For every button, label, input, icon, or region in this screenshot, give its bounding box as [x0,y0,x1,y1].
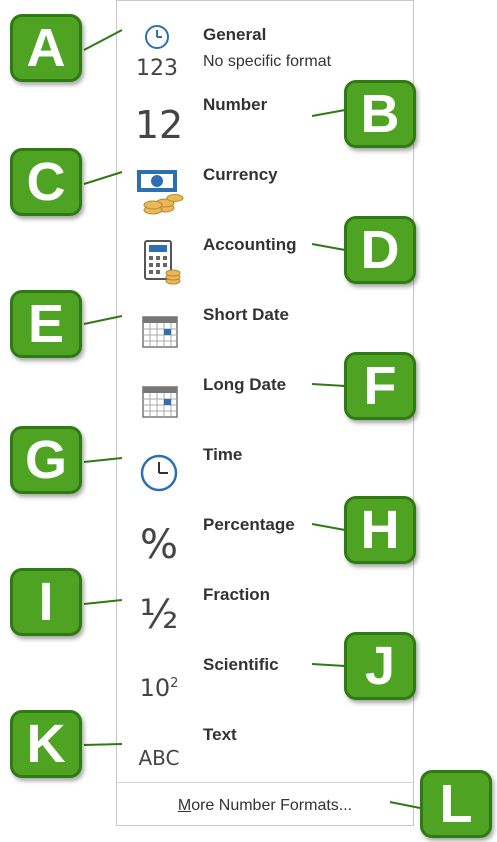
menu-item-general[interactable]: 123 General No specific format [117,13,413,83]
callout-letter: E [10,290,82,358]
callout-letter: D [344,216,416,284]
menu-item-time[interactable]: Time [117,433,413,503]
currency-icon [127,161,191,219]
callout-letter: G [10,426,82,494]
calendar-icon [127,301,191,359]
callout-letter: H [344,496,416,564]
menu-item-text[interactable]: ABC Text [117,713,413,783]
text-label: Text [203,725,237,744]
accounting-calculator-icon [127,231,191,289]
callout-letter: L [420,770,492,838]
more-number-formats-link[interactable]: More Number Formats... [117,791,413,821]
long-date-label: Long Date [203,375,287,394]
callout-letter: C [10,148,82,216]
number-label: Number [203,95,268,114]
scientific-label: Scientific [203,655,279,674]
callout-letter: A [10,14,82,82]
short-date-label: Short Date [203,305,289,324]
time-label: Time [203,445,243,464]
scientific-base: 10 [139,674,171,702]
more-label: ore Number Formats... [191,797,353,814]
callout-letter: B [344,80,416,148]
fraction-icon: ½ [127,581,191,639]
text-glyph: ABC [138,746,180,770]
general-glyph: 123 [136,56,178,79]
number-icon: 12 [127,91,191,149]
more-mnemonic: M [177,797,192,814]
percent-glyph: % [139,522,178,568]
scientific-exponent: 2 [170,676,179,691]
accounting-label: Accounting [203,235,297,254]
fraction-label: Fraction [203,585,271,604]
percent-icon: % [127,511,191,569]
currency-label: Currency [203,165,278,184]
callout-letter: J [344,632,416,700]
callout-letter: K [10,710,82,778]
divider [117,782,413,783]
number-glyph: 12 [134,103,184,147]
menu-item-currency[interactable]: Currency [117,153,413,223]
text-icon: ABC [127,721,191,779]
calendar-icon [127,371,191,429]
callout-letter: F [344,352,416,420]
scientific-icon: 102 [127,651,191,709]
clock-icon [127,441,191,499]
general-label: General [203,25,267,44]
percentage-label: Percentage [203,515,295,534]
callout-letter: I [10,568,82,636]
fraction-glyph: ½ [139,592,179,638]
general-sub-label: No specific format [203,53,332,70]
general-clock-123-icon: 123 [127,21,191,79]
